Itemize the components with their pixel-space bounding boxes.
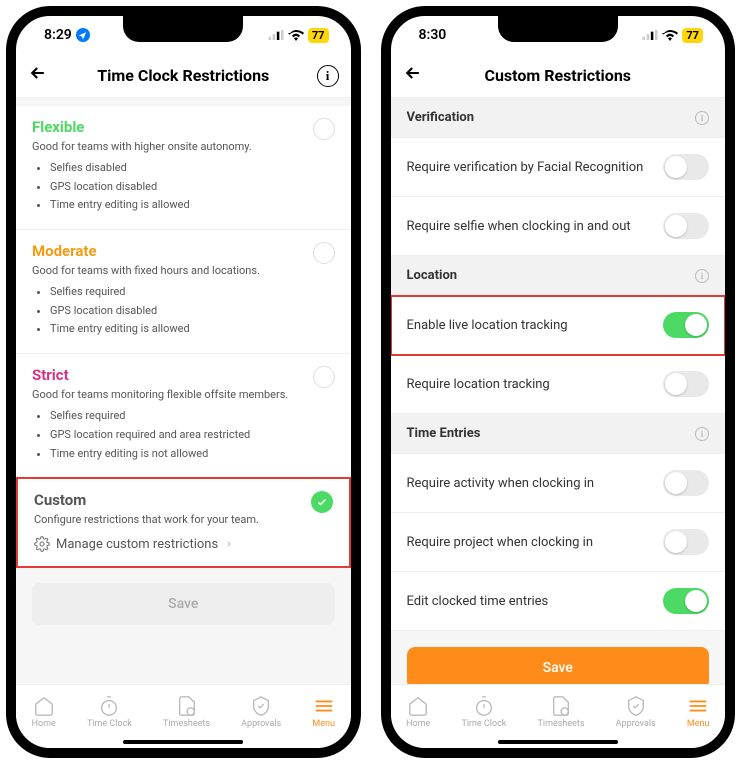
row-require-activity[interactable]: Require activity when clocking in — [391, 454, 726, 513]
home-indicator — [498, 740, 618, 744]
tab-menu[interactable]: Menu — [312, 695, 335, 729]
info-button[interactable]: i — [317, 65, 339, 87]
page-title: Time Clock Restrictions — [97, 66, 269, 85]
back-button[interactable] — [403, 63, 423, 88]
tab-time-clock[interactable]: Time Clock — [461, 695, 506, 729]
toggle-off[interactable] — [663, 371, 709, 397]
shield-check-icon — [250, 695, 272, 717]
option-bullet: Time entry editing is allowed — [50, 320, 335, 339]
option-subtitle: Configure restrictions that work for you… — [34, 513, 333, 526]
gear-icon — [34, 536, 50, 552]
status-time: 8:29 — [44, 27, 72, 43]
toggle-off[interactable] — [663, 470, 709, 496]
cellular-icon — [268, 30, 284, 40]
option-strict[interactable]: Strict Good for teams monitoring flexibl… — [16, 354, 351, 478]
option-subtitle: Good for teams with higher onsite autono… — [32, 140, 335, 153]
radio-checked[interactable] — [311, 491, 333, 513]
tab-home[interactable]: Home — [32, 695, 56, 729]
row-selfie[interactable]: Require selfie when clocking in and out — [391, 197, 726, 256]
save-button[interactable]: Save — [407, 647, 710, 684]
row-facial-recognition[interactable]: Require verification by Facial Recogniti… — [391, 138, 726, 197]
option-bullet: Time entry editing is allowed — [50, 196, 335, 215]
radio-unchecked[interactable] — [313, 242, 335, 264]
menu-icon — [313, 695, 335, 717]
option-title: Custom — [34, 491, 333, 509]
option-bullet: Selfies required — [50, 407, 335, 426]
battery-icon: 77 — [682, 28, 703, 43]
option-custom[interactable]: Custom Configure restrictions that work … — [16, 477, 351, 568]
content: Verification i Require verification by F… — [391, 98, 726, 684]
wifi-icon — [288, 29, 304, 41]
tab-time-clock[interactable]: Time Clock — [87, 695, 132, 729]
option-subtitle: Good for teams monitoring flexible offsi… — [32, 388, 335, 401]
option-bullet: Time entry editing is not allowed — [50, 445, 335, 464]
option-bullet: Selfies required — [50, 283, 335, 302]
document-icon — [550, 695, 572, 717]
home-indicator — [123, 740, 243, 744]
notch — [123, 16, 243, 42]
home-icon — [407, 695, 429, 717]
option-subtitle: Good for teams with fixed hours and loca… — [32, 264, 335, 277]
radio-unchecked[interactable] — [313, 366, 335, 388]
location-arrow-icon — [76, 28, 90, 42]
content: Flexible Good for teams with higher onsi… — [16, 98, 351, 684]
info-icon[interactable]: i — [695, 427, 709, 441]
battery-icon: 77 — [308, 28, 329, 43]
toggle-off[interactable] — [663, 529, 709, 555]
toggle-on[interactable] — [663, 312, 709, 338]
option-bullet: GPS location disabled — [50, 178, 335, 197]
option-title: Strict — [32, 366, 335, 384]
option-title: Flexible — [32, 118, 335, 136]
tab-approvals[interactable]: Approvals — [241, 695, 281, 729]
header: Custom Restrictions — [391, 54, 726, 98]
section-verification: Verification i — [391, 98, 726, 138]
phone-left: 8:29 77 Time Clock Restrictions i Flexib… — [6, 6, 361, 758]
row-require-project[interactable]: Require project when clocking in — [391, 513, 726, 572]
cellular-icon — [642, 30, 658, 40]
save-button: Save — [32, 583, 335, 625]
section-location: Location i — [391, 256, 726, 296]
row-require-location[interactable]: Require location tracking — [391, 355, 726, 414]
notch — [498, 16, 618, 42]
option-bullet: GPS location required and area restricte… — [50, 426, 335, 445]
toggle-off[interactable] — [663, 213, 709, 239]
option-moderate[interactable]: Moderate Good for teams with fixed hours… — [16, 230, 351, 354]
shield-check-icon — [625, 695, 647, 717]
tab-menu[interactable]: Menu — [687, 695, 710, 729]
row-live-location[interactable]: Enable live location tracking — [391, 296, 726, 355]
page-title: Custom Restrictions — [484, 66, 631, 85]
toggle-on[interactable] — [663, 588, 709, 614]
tab-home[interactable]: Home — [406, 695, 430, 729]
home-icon — [33, 695, 55, 717]
toggle-off[interactable] — [663, 154, 709, 180]
document-icon — [176, 695, 198, 717]
option-bullet: GPS location disabled — [50, 302, 335, 321]
row-edit-time-entries[interactable]: Edit clocked time entries — [391, 572, 726, 631]
status-time: 8:30 — [419, 27, 447, 43]
back-button[interactable] — [28, 63, 48, 88]
option-bullet: Selfies disabled — [50, 159, 335, 178]
info-icon[interactable]: i — [695, 111, 709, 125]
chevron-right-icon — [224, 539, 234, 549]
manage-custom-link[interactable]: Manage custom restrictions — [34, 536, 333, 552]
tabbar: Home Time Clock Timesheets Approvals Men… — [16, 684, 351, 748]
tabbar: Home Time Clock Timesheets Approvals Men… — [391, 684, 726, 748]
stopwatch-icon — [473, 695, 495, 717]
tab-timesheets[interactable]: Timesheets — [538, 695, 585, 729]
option-title: Moderate — [32, 242, 335, 260]
tab-approvals[interactable]: Approvals — [616, 695, 656, 729]
info-icon[interactable]: i — [695, 269, 709, 283]
option-flexible[interactable]: Flexible Good for teams with higher onsi… — [16, 106, 351, 230]
wifi-icon — [662, 29, 678, 41]
stopwatch-icon — [98, 695, 120, 717]
menu-icon — [687, 695, 709, 717]
radio-unchecked[interactable] — [313, 118, 335, 140]
tab-timesheets[interactable]: Timesheets — [163, 695, 210, 729]
section-time-entries: Time Entries i — [391, 414, 726, 454]
manage-label: Manage custom restrictions — [56, 537, 218, 552]
phone-right: 8:30 77 Custom Restrictions Verification… — [381, 6, 736, 758]
header: Time Clock Restrictions i — [16, 54, 351, 98]
